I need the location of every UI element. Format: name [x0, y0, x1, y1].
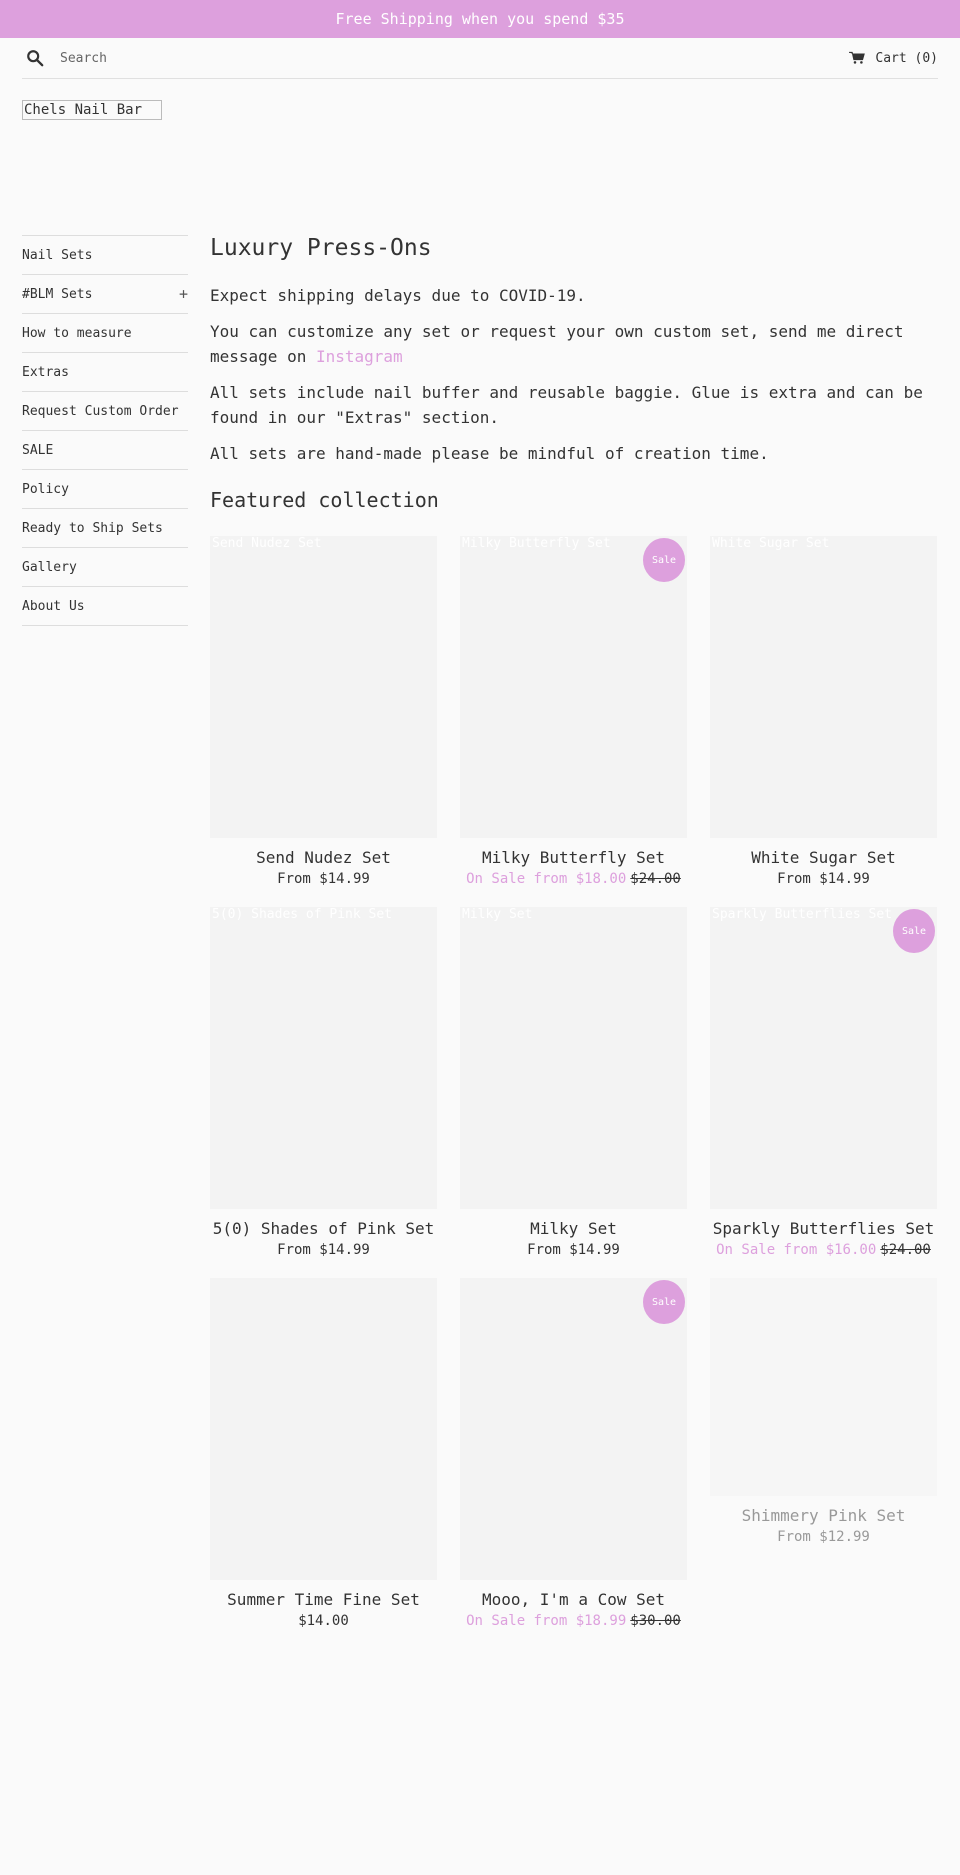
product-card[interactable]: White Sugar Set White Sugar Set From $14…	[710, 536, 937, 887]
search-input[interactable]	[60, 50, 360, 66]
sidebar-nav: Nail Sets #BLM Sets + How to measure Extr…	[22, 235, 188, 626]
product-card[interactable]: Send Nudez Set Send Nudez Set From $14.9…	[210, 536, 437, 887]
announcement-text: Free Shipping when you spend $35	[335, 10, 625, 28]
product-image[interactable]: Milky Set	[460, 907, 687, 1209]
cart-link[interactable]: Cart (0)	[849, 51, 938, 66]
product-card[interactable]: Shimmery Pink Set From $12.99	[710, 1278, 937, 1629]
sidebar-item-label: SALE	[22, 442, 54, 458]
product-image[interactable]	[710, 1278, 937, 1496]
sidebar-item-ready-to-ship[interactable]: Ready to Ship Sets	[22, 509, 188, 548]
product-card[interactable]: Summer Time Fine Set $14.00	[210, 1278, 437, 1629]
product-image[interactable]: Sparkly Butterflies Set Sale	[710, 907, 937, 1209]
product-image-alt: 5(0) Shades of Pink Set	[212, 907, 393, 922]
sidebar-item-label: #BLM Sets	[22, 286, 93, 302]
sidebar-item-label: Request Custom Order	[22, 403, 179, 419]
product-image-alt: Send Nudez Set	[212, 536, 322, 551]
product-card[interactable]: Milky Set Milky Set From $14.99	[460, 907, 687, 1258]
product-price: From $14.99	[527, 1242, 620, 1258]
handmade-paragraph: All sets are hand-made please be mindful…	[210, 444, 769, 463]
sidebar-item-label: How to measure	[22, 325, 132, 341]
plus-icon[interactable]: +	[179, 285, 188, 303]
product-title[interactable]: Sparkly Butterflies Set	[710, 1219, 937, 1238]
sale-price: On Sale from $18.00	[466, 871, 627, 887]
sale-badge: Sale	[643, 1280, 685, 1324]
product-card[interactable]: Sale Mooo, I'm a Cow Set On Sale from $1…	[460, 1278, 687, 1629]
sale-badge: Sale	[893, 909, 935, 953]
sidebar-item-how-to-measure[interactable]: How to measure	[22, 314, 188, 353]
sidebar-item-policy[interactable]: Policy	[22, 470, 188, 509]
main-content: Luxury Press-Ons Expect shipping delays …	[210, 235, 938, 512]
cart-icon	[849, 51, 866, 64]
product-title[interactable]: Milky Butterfly Set	[460, 848, 687, 867]
product-price: On Sale from $16.00 $24.00	[710, 1242, 937, 1258]
site-header: Cart (0)	[22, 38, 938, 79]
product-price: $14.00	[298, 1613, 349, 1629]
cart-label: Cart (0)	[875, 50, 938, 66]
customize-text: You can customize any set or request you…	[210, 322, 904, 366]
product-image-alt: Milky Set	[462, 907, 533, 922]
product-image[interactable]	[210, 1278, 437, 1580]
product-image-alt: White Sugar Set	[712, 536, 830, 551]
product-title[interactable]: Milky Set	[460, 1219, 687, 1238]
page-description: Expect shipping delays due to COVID-19. …	[210, 283, 938, 466]
customize-paragraph: You can customize any set or request you…	[210, 319, 938, 369]
includes-paragraph: All sets include nail buffer and reusabl…	[210, 383, 923, 427]
product-card[interactable]: Milky Butterfly Set Sale Milky Butterfly …	[460, 536, 687, 887]
product-title[interactable]: 5(0) Shades of Pink Set	[210, 1219, 437, 1238]
sidebar-item-label: About Us	[22, 598, 85, 614]
product-image[interactable]: Sale	[460, 1278, 687, 1580]
sidebar-item-label: Extras	[22, 364, 69, 380]
product-card[interactable]: Sparkly Butterflies Set Sale Sparkly Butt…	[710, 907, 937, 1258]
product-image-alt: Milky Butterfly Set	[462, 536, 611, 551]
product-title[interactable]: Summer Time Fine Set	[210, 1590, 437, 1609]
product-image[interactable]: White Sugar Set	[710, 536, 937, 838]
product-price: On Sale from $18.00 $24.00	[460, 871, 687, 887]
product-grid: Send Nudez Set Send Nudez Set From $14.9…	[210, 536, 938, 1629]
product-image[interactable]: Milky Butterfly Set Sale	[460, 536, 687, 838]
product-image[interactable]: 5(0) Shades of Pink Set	[210, 907, 437, 1209]
sidebar-item-label: Ready to Ship Sets	[22, 520, 163, 536]
compare-price: $30.00	[630, 1613, 681, 1629]
sidebar-item-label: Nail Sets	[22, 247, 93, 263]
product-title[interactable]: Send Nudez Set	[210, 848, 437, 867]
site-logo[interactable]: Chels Nail Bar	[22, 100, 162, 120]
logo-text: Chels Nail Bar	[24, 102, 143, 118]
sale-price: On Sale from $16.00	[716, 1242, 877, 1258]
product-price: From $14.99	[277, 1242, 370, 1258]
featured-collection-title: Featured collection	[210, 488, 439, 512]
announcement-bar: Free Shipping when you spend $35	[0, 0, 960, 38]
product-title[interactable]: White Sugar Set	[710, 848, 937, 867]
product-price: From $14.99	[777, 871, 870, 887]
sale-badge: Sale	[643, 538, 685, 582]
product-title[interactable]: Mooo, I'm a Cow Set	[460, 1590, 687, 1609]
product-price: On Sale from $18.99 $30.00	[460, 1613, 687, 1629]
compare-price: $24.00	[630, 871, 681, 887]
product-price: From $14.99	[277, 871, 370, 887]
sidebar-item-request-custom-order[interactable]: Request Custom Order	[22, 392, 188, 431]
product-image-alt: Sparkly Butterflies Set	[712, 907, 893, 922]
sale-price: On Sale from $18.99	[466, 1613, 627, 1629]
sidebar-item-label: Gallery	[22, 559, 77, 575]
sidebar-item-sale[interactable]: SALE	[22, 431, 188, 470]
instagram-link[interactable]: Instagram	[316, 347, 403, 366]
compare-price: $24.00	[880, 1242, 931, 1258]
sidebar-item-extras[interactable]: Extras	[22, 353, 188, 392]
covid-notice: Expect shipping delays due to COVID-19.	[210, 286, 586, 305]
product-card[interactable]: 5(0) Shades of Pink Set 5(0) Shades of P…	[210, 907, 437, 1258]
page-title: Luxury Press-Ons	[210, 235, 432, 261]
product-price: From $12.99	[777, 1529, 870, 1545]
sidebar-item-blm-sets[interactable]: #BLM Sets +	[22, 275, 188, 314]
product-image[interactable]: Send Nudez Set	[210, 536, 437, 838]
product-title[interactable]: Shimmery Pink Set	[710, 1506, 937, 1525]
search-icon[interactable]	[26, 49, 44, 67]
sidebar-item-about-us[interactable]: About Us	[22, 587, 188, 626]
sidebar-item-gallery[interactable]: Gallery	[22, 548, 188, 587]
sidebar-item-label: Policy	[22, 481, 69, 497]
sidebar-item-nail-sets[interactable]: Nail Sets	[22, 236, 188, 275]
